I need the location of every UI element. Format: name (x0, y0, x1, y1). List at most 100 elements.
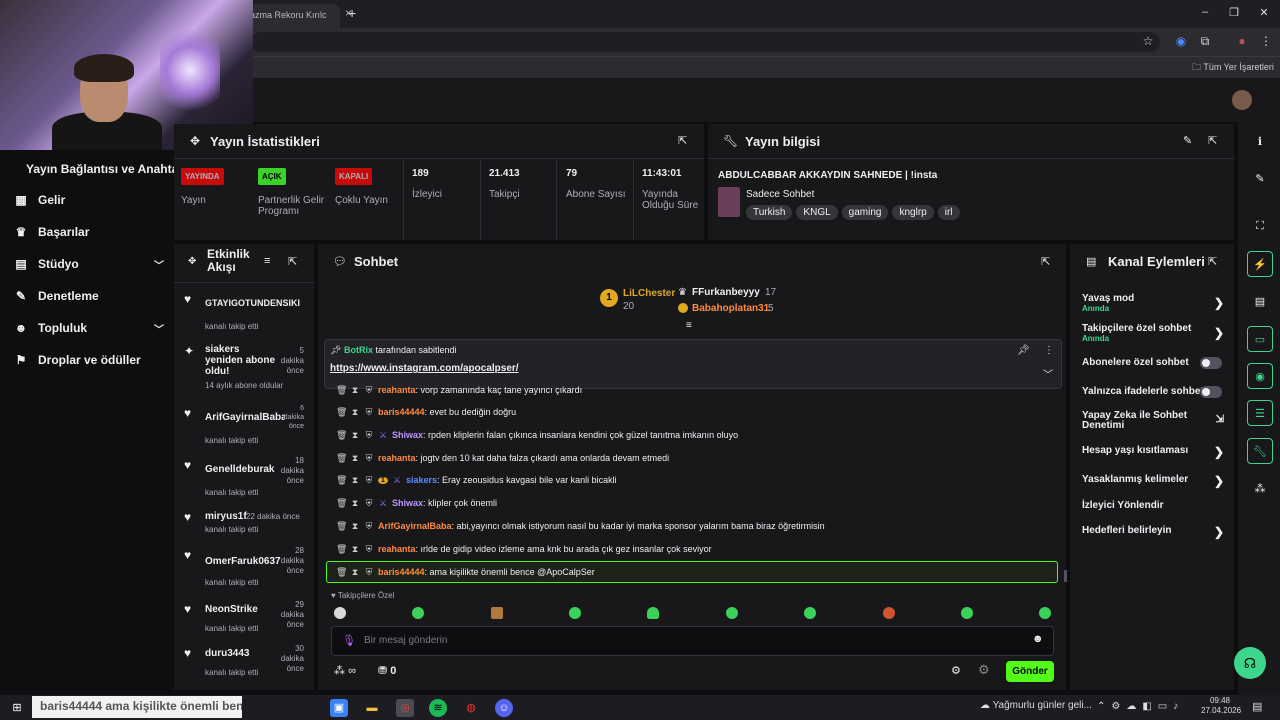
bookmark-star-icon[interactable]: ☆ (1140, 34, 1156, 48)
emote-1[interactable] (334, 607, 346, 619)
wrench-icon[interactable]: 🔧︎ (1247, 438, 1273, 464)
timeout-icon[interactable]: ⧗ (350, 453, 360, 464)
timeout-icon[interactable]: ⧗ (350, 521, 360, 532)
sidebar-item-revenue[interactable]: ▦ Gelir (14, 188, 164, 212)
move-handle-icon[interactable]: ✥ (188, 256, 196, 267)
leaderboard-name[interactable]: Babahoplatan31 (692, 303, 769, 314)
profile-icon[interactable]: ● (1234, 34, 1250, 48)
microphone-icon[interactable]: 🎙︎ (342, 634, 356, 647)
action-banned-words[interactable]: Yasaklanmış kelimeler ❯ (1082, 474, 1224, 488)
app-icon[interactable]: ▣ (330, 699, 348, 717)
chat-username[interactable]: Shiwax (392, 430, 423, 440)
action-goals[interactable]: Hedefleri belirleyin ❯ (1082, 525, 1224, 539)
list-icon[interactable]: ☰ (1247, 400, 1273, 426)
chat-username[interactable]: reahanta (378, 544, 416, 554)
notifications-icon[interactable]: ▤ (1252, 700, 1262, 713)
emoji-icon[interactable]: ☻ (1032, 633, 1044, 645)
delete-icon[interactable]: 🗑︎ (336, 453, 347, 464)
action-slow-mode[interactable]: Yavaş mod Anında ❯ (1082, 293, 1224, 317)
browser-tab[interactable]: azma Rekoru Kırılc (240, 4, 340, 28)
pencil-icon[interactable]: ✎ (1247, 165, 1273, 191)
chat-icon[interactable]: ▭ (1247, 326, 1273, 352)
leaderboard-name[interactable]: FFurkanbeyyy (692, 287, 760, 298)
minimize-icon[interactable]: – (1198, 6, 1212, 18)
chat-username[interactable]: ArifGayirnalBaba (378, 521, 452, 531)
delete-icon[interactable]: 🗑︎ (336, 498, 347, 509)
popout-icon[interactable]: ⇱ (288, 255, 297, 268)
sidebar-item-moderation[interactable]: ✎ Denetleme (14, 284, 164, 308)
pinned-by[interactable]: BotRix (344, 345, 373, 355)
emote-7[interactable] (804, 607, 816, 619)
delete-icon[interactable]: 🗑︎ (336, 567, 347, 578)
broadcast-icon[interactable]: ◉ (1247, 363, 1273, 389)
timeout-icon[interactable]: ⧗ (350, 567, 360, 578)
spotify-icon[interactable]: ≋ (429, 699, 447, 717)
community-icon[interactable]: ⁂ (1247, 475, 1273, 501)
timeout-icon[interactable]: ⧗ (350, 407, 360, 418)
emote-8[interactable] (883, 607, 895, 619)
chat-username[interactable]: reahanta (378, 385, 416, 395)
extensions-puzzle-icon[interactable]: ⧉ (1197, 34, 1213, 49)
delete-icon[interactable]: 🗑︎ (336, 544, 347, 555)
points-count[interactable]: ⛃ 0 (378, 664, 396, 677)
unpin-icon[interactable]: 📌︎ (1017, 345, 1030, 356)
sidebar-item-studio[interactable]: ▤ Stüdyo ﹀ (14, 252, 164, 276)
chrome-icon[interactable]: ◎ (396, 699, 414, 717)
close-window-icon[interactable]: ✕ (1257, 6, 1271, 19)
delete-icon[interactable]: 🗑︎ (336, 521, 347, 532)
bot-icon[interactable]: ⚙ (978, 662, 990, 678)
file-explorer-icon[interactable]: ▬ (363, 699, 381, 717)
chat-username[interactable]: reahanta (378, 453, 416, 463)
action-followers-only[interactable]: Takipçilere özel sohbet Anında ❯ (1082, 323, 1224, 347)
weather-widget[interactable]: ☁ Yağmurlu günler geli... (980, 700, 1092, 711)
edit-icon[interactable]: ✎ (1183, 134, 1192, 147)
browser-menu-icon[interactable]: ⋮ (1258, 34, 1274, 48)
info-icon[interactable]: ℹ (1247, 128, 1273, 154)
url-input[interactable] (250, 32, 1160, 52)
filter-icon[interactable]: ≡ (264, 255, 270, 267)
support-icon[interactable]: ☊ (1234, 647, 1266, 679)
popout-icon[interactable]: ⇱ (678, 134, 687, 147)
emote-3[interactable] (491, 607, 503, 619)
send-button[interactable]: Gönder (1006, 661, 1054, 682)
delete-icon[interactable]: 🗑︎ (336, 385, 347, 396)
clock[interactable]: 09:48 27.04.2026 (1201, 696, 1241, 716)
obs-icon[interactable]: ◍ (462, 699, 480, 717)
emote-5[interactable] (647, 607, 659, 619)
action-ai-moderation[interactable]: Yapay Zeka ile Sohbet Denetimi ⇲ (1082, 411, 1224, 433)
sidebar-item-drops[interactable]: ⚑ Droplar ve ödüller (14, 348, 164, 372)
timeout-icon[interactable]: ⧗ (350, 430, 360, 441)
leaderboard-name[interactable]: LiLChester (623, 288, 675, 299)
user-avatar[interactable] (1232, 90, 1252, 110)
delete-icon[interactable]: 🗑︎ (336, 475, 347, 486)
delete-icon[interactable]: 🗑︎ (336, 407, 347, 418)
document-icon[interactable]: ▤ (1247, 288, 1273, 314)
lightning-icon[interactable]: ⚡ (1247, 251, 1273, 277)
system-tray-icons[interactable]: ⌃⚙☁◧▭♪ (1097, 701, 1184, 712)
subscribers-only-toggle[interactable] (1200, 357, 1222, 369)
chat-username[interactable]: baris44444 (378, 567, 425, 577)
discord-icon[interactable]: ☺ (495, 699, 513, 717)
timeout-icon[interactable]: ⧗ (350, 498, 360, 509)
extension-icon[interactable]: ◉ (1173, 34, 1189, 48)
new-tab-icon[interactable]: + (348, 5, 362, 21)
emote-2[interactable] (412, 607, 424, 619)
action-subscribers-only[interactable]: Abonelere özel sohbet (1082, 357, 1224, 371)
emote-6[interactable] (726, 607, 738, 619)
emote-10[interactable] (1039, 607, 1051, 619)
sidebar-item-community[interactable]: ☻ Topluluk ﹀ (14, 316, 164, 340)
crop-icon[interactable]: ⛶ (1247, 213, 1273, 239)
chevron-down-icon[interactable]: ﹀ (1043, 366, 1053, 381)
move-handle-icon[interactable]: ✥ (190, 134, 200, 148)
collapse-leaderboard-icon[interactable]: ≡ (686, 320, 692, 331)
popout-icon[interactable]: ⇱ (1208, 134, 1217, 147)
sidebar-item-stream-key[interactable]: Yayın Bağlantısı ve Anahtarı (26, 162, 186, 176)
chat-username[interactable]: siakers (406, 475, 437, 485)
delete-icon[interactable]: 🗑︎ (336, 430, 347, 441)
windows-start-icon[interactable]: ⊞ (8, 699, 26, 717)
action-raid[interactable]: İzleyici Yönlendir (1082, 500, 1224, 514)
chat-username[interactable]: baris44444 (378, 407, 425, 417)
bookmarks-folder[interactable]: 🗀 Tüm Yer İşaretleri (1192, 60, 1274, 76)
viewer-count[interactable]: ⁂ ∞ (334, 664, 356, 677)
more-options-icon[interactable]: ⋮ (1044, 345, 1054, 356)
